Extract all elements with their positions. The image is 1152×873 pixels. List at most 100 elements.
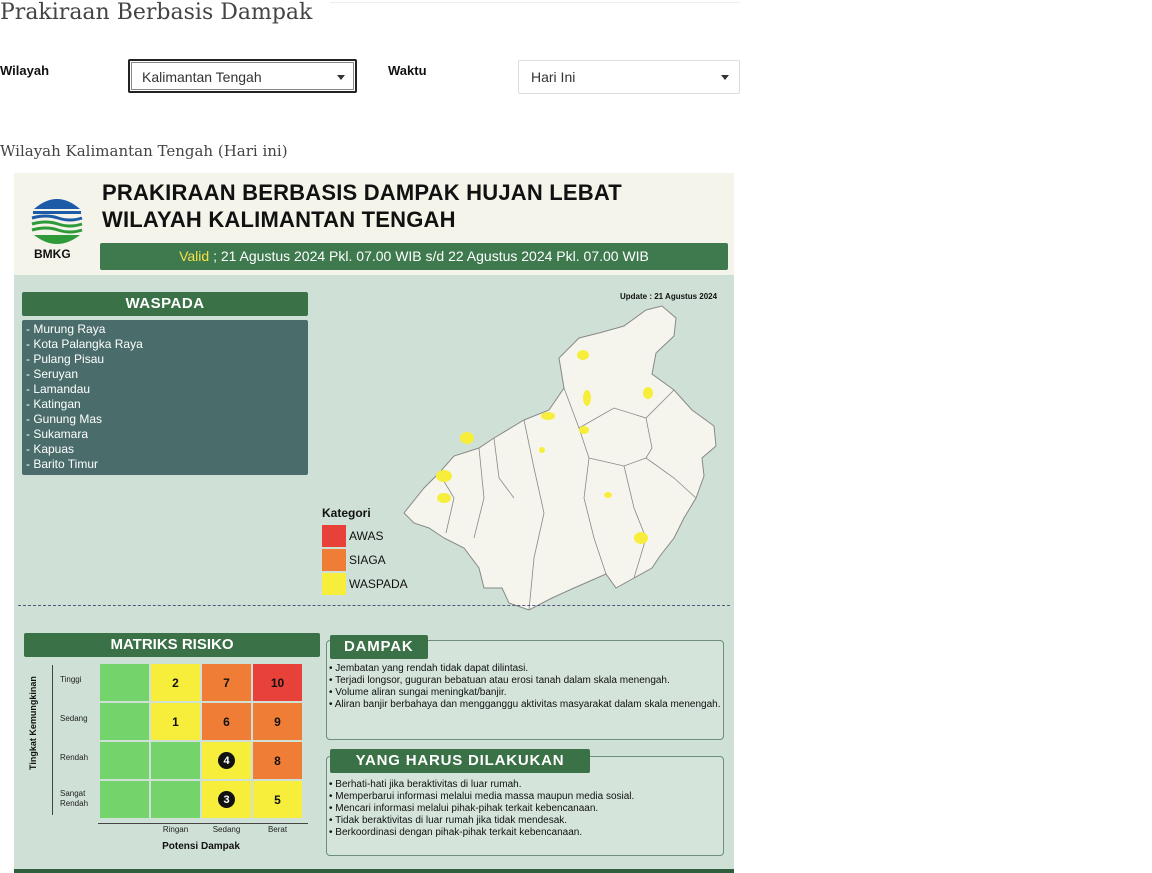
legend-title: Kategori (322, 506, 371, 520)
section-subtitle: Wilayah Kalimantan Tengah (Hari ini) (0, 142, 288, 160)
waspada-region-item: - Katingan (26, 397, 81, 411)
waspada-area (604, 492, 612, 498)
section-divider (18, 605, 730, 606)
waspada-region-item: - Kota Palangka Raya (26, 337, 143, 351)
bmkg-logo-text: BMKG (34, 247, 71, 261)
matrix-cell-value: 8 (274, 753, 281, 768)
matrix-col-label: Sedang (212, 825, 241, 834)
matrix-row-label: Sedang (60, 714, 88, 723)
matrix-cell-value: 6 (223, 714, 230, 729)
wilayah-select-value: Kalimantan Tengah (142, 69, 262, 85)
matrix-cell (150, 741, 201, 780)
matrix-col-label: Berat (267, 825, 288, 834)
matrix-y-axis-line (52, 665, 53, 815)
matrix-cell (99, 702, 150, 741)
matrix-current-risk-marker: 3 (218, 791, 235, 808)
waspada-region-item: - Kapuas (26, 442, 75, 456)
province-outline (403, 305, 717, 611)
header-divider (330, 2, 740, 3)
waspada-region-item: - Pulang Pisau (26, 352, 105, 366)
waktu-select[interactable]: Hari Ini (518, 60, 740, 94)
legend-swatch (322, 573, 346, 595)
matrix-y-axis-title: Tingkat Kemungkinan (28, 676, 38, 770)
validity-bar: Valid ; 21 Agustus 2024 Pkl. 07.00 WIB s… (100, 243, 728, 270)
waspada-region-item: - Gunung Mas (26, 412, 103, 426)
matrix-cell-value: 1 (172, 714, 179, 729)
page-title: Prakiraan Berbasis Dampak (0, 0, 313, 25)
dampak-item: • Terjadi longsor, guguran bebatuan atau… (329, 675, 670, 686)
waspada-region-list: - Murung Raya - Kota Palangka Raya - Pulan… (22, 320, 308, 475)
waktu-select-value: Hari Ini (531, 69, 576, 85)
tindakan-item: • Berkoordinasi dengan pihak-pihak terka… (329, 827, 583, 838)
tindakan-list: • Berhati-hati jika beraktivitas di luar… (329, 779, 721, 839)
waspada-area (579, 426, 589, 434)
matrix-row-label: Tinggi (60, 675, 82, 684)
matrix-cell: 3 (201, 780, 252, 819)
tindakan-item: • Memperbarui informasi melalui media ma… (329, 791, 635, 802)
infographic-header: BMKG PRAKIRAAN BERBASIS DAMPAK HUJAN LEB… (14, 173, 734, 275)
impact-forecast-infographic: BMKG PRAKIRAAN BERBASIS DAMPAK HUJAN LEB… (14, 173, 734, 873)
dampak-item: • Jembatan yang rendah tidak dapat dilin… (329, 663, 529, 674)
chevron-down-icon (721, 75, 729, 80)
matrix-current-risk-marker: 4 (218, 752, 235, 769)
matrix-x-axis-title: Potensi Dampak (162, 841, 240, 852)
matrix-row-label: Rendah (60, 753, 89, 762)
legend-swatch (322, 525, 346, 547)
waspada-area (437, 493, 451, 503)
risk-matrix-header: MATRIKS RISIKO (24, 633, 320, 657)
tindakan-item: • Berhati-hati jika beraktivitas di luar… (329, 779, 522, 790)
waspada-region-item: - Murung Raya (26, 322, 106, 336)
legend-item-siaga: SIAGA (322, 549, 432, 571)
waspada-area (634, 532, 648, 544)
matrix-cell: 7 (201, 663, 252, 702)
chevron-down-icon (337, 75, 345, 80)
tindakan-item: • Mencari informasi melalui pihak-pihak … (329, 803, 599, 814)
dampak-header: DAMPAK (330, 635, 428, 659)
dampak-list: • Jembatan yang rendah tidak dapat dilin… (329, 663, 721, 711)
matrix-cell-value: 10 (270, 675, 285, 690)
waspada-header: WASPADA (22, 292, 308, 316)
matrix-cell (99, 780, 150, 819)
wilayah-select[interactable]: Kalimantan Tengah (128, 59, 357, 93)
matrix-x-axis-line (98, 823, 308, 824)
legend-label: AWAS (349, 529, 384, 543)
matrix-cell: 4 (201, 741, 252, 780)
matrix-cell-value: 5 (274, 792, 281, 807)
matrix-cell: 9 (252, 702, 303, 741)
tindakan-header: YANG HARUS DILAKUKAN (330, 749, 590, 773)
infographic-title-line1: PRAKIRAAN BERBASIS DAMPAK HUJAN LEBAT (102, 180, 622, 205)
matrix-cell: 5 (252, 780, 303, 819)
waspada-area (541, 412, 555, 420)
dampak-item: • Aliran banjir berbahaya dan mengganggu… (329, 699, 721, 710)
waspada-area (643, 387, 653, 399)
waspada-area (436, 470, 452, 482)
dampak-item: • Volume aliran sungai meningkat/banjir. (329, 687, 507, 698)
waspada-region-item: - Sukamara (26, 427, 89, 441)
tindakan-item: • Tidak beraktivitas di luar rumah jika … (329, 815, 568, 826)
matrix-cell: 1 (150, 702, 201, 741)
matrix-cell: 8 (252, 741, 303, 780)
matrix-col-label: Ringan (162, 825, 189, 834)
waspada-region-item: - Seruyan (26, 367, 79, 381)
legend-swatch (322, 549, 346, 571)
wilayah-label: Wilayah (0, 63, 50, 78)
legend-item-waspada: WASPADA (322, 573, 432, 595)
waspada-area (539, 447, 545, 453)
matrix-cell-value: 9 (274, 714, 281, 729)
waktu-label: Waktu (388, 63, 427, 78)
waspada-area (583, 390, 591, 406)
risk-matrix-grid: 2 7 10 1 6 9 4 8 3 5 (99, 663, 303, 819)
legend-item-awas: AWAS (322, 525, 432, 547)
infographic-title: PRAKIRAAN BERBASIS DAMPAK HUJAN LEBAT WI… (102, 179, 622, 233)
legend-label: SIAGA (349, 553, 386, 567)
waspada-region-item: - Barito Timur (26, 457, 99, 471)
waspada-area (577, 350, 589, 360)
infographic-footer-bar (14, 869, 734, 873)
matrix-cell (150, 780, 201, 819)
matrix-cell-value: 2 (172, 675, 179, 690)
validity-period: ; 21 Agustus 2024 Pkl. 07.00 WIB s/d 22 … (209, 248, 649, 264)
matrix-cell (99, 663, 150, 702)
waspada-region-item: - Lamandau (26, 382, 91, 396)
matrix-cell: 6 (201, 702, 252, 741)
kalimantan-tengah-map (403, 305, 717, 611)
